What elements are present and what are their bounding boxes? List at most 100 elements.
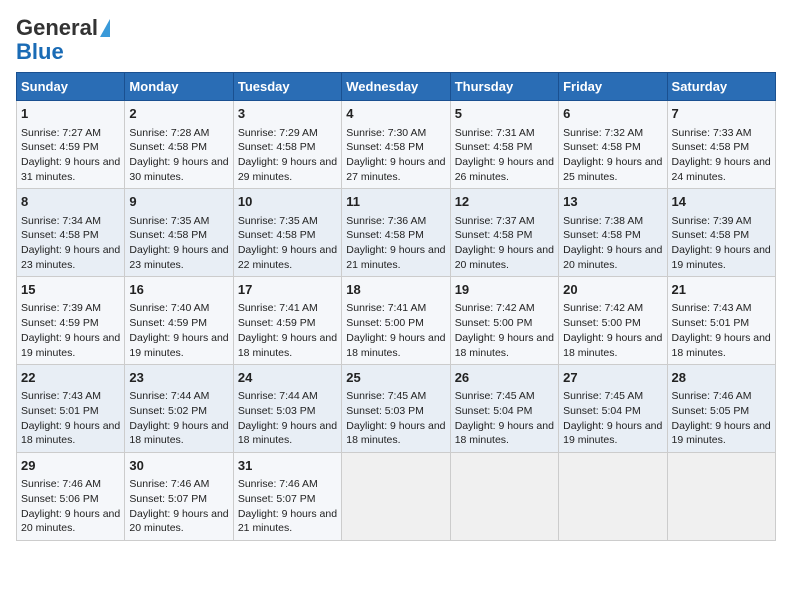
daylight-text: Daylight: 9 hours and 20 minutes. <box>21 508 120 535</box>
sunrise-text: Sunrise: 7:46 AM <box>238 478 318 490</box>
daylight-text: Daylight: 9 hours and 24 minutes. <box>672 156 771 183</box>
sunset-text: Sunset: 4:58 PM <box>21 229 99 241</box>
sunset-text: Sunset: 4:58 PM <box>455 141 533 153</box>
calendar-cell: 16Sunrise: 7:40 AMSunset: 4:59 PMDayligh… <box>125 277 233 365</box>
sunrise-text: Sunrise: 7:37 AM <box>455 215 535 227</box>
day-number: 4 <box>346 105 445 123</box>
sunrise-text: Sunrise: 7:38 AM <box>563 215 643 227</box>
logo: General Blue <box>16 16 110 64</box>
sunset-text: Sunset: 5:03 PM <box>238 405 316 417</box>
day-number: 20 <box>563 281 662 299</box>
daylight-text: Daylight: 9 hours and 18 minutes. <box>346 420 445 447</box>
calendar-cell: 18Sunrise: 7:41 AMSunset: 5:00 PMDayligh… <box>342 277 450 365</box>
sunrise-text: Sunrise: 7:46 AM <box>672 390 752 402</box>
sunset-text: Sunset: 5:01 PM <box>21 405 99 417</box>
column-header-saturday: Saturday <box>667 73 775 101</box>
column-header-sunday: Sunday <box>17 73 125 101</box>
sunset-text: Sunset: 5:04 PM <box>563 405 641 417</box>
calendar-cell: 25 Sunrise: 7:45 AM Sunset: 5:03 PM Dayligh… <box>342 365 450 453</box>
sunset-text: Sunset: 5:02 PM <box>129 405 207 417</box>
sunrise-text: Sunrise: 7:46 AM <box>129 478 209 490</box>
sunrise-text: Sunrise: 7:34 AM <box>21 215 101 227</box>
calendar-cell: 5Sunrise: 7:31 AMSunset: 4:58 PMDaylight… <box>450 101 558 189</box>
sunrise-text: Sunrise: 7:43 AM <box>21 390 101 402</box>
daylight-text: Daylight: 9 hours and 19 minutes. <box>672 420 771 447</box>
sunrise-text: Sunrise: 7:33 AM <box>672 127 752 139</box>
daylight-text: Daylight: 9 hours and 19 minutes. <box>563 420 662 447</box>
sunrise-text: Sunrise: 7:30 AM <box>346 127 426 139</box>
sunrise-text: Sunrise: 7:44 AM <box>129 390 209 402</box>
day-number: 19 <box>455 281 554 299</box>
day-number: 29 <box>21 457 120 475</box>
calendar-cell: 28Sunrise: 7:46 AMSunset: 5:05 PMDayligh… <box>667 365 775 453</box>
day-number: 2 <box>129 105 228 123</box>
sunset-text: Sunset: 5:03 PM <box>346 405 424 417</box>
day-number: 21 <box>672 281 771 299</box>
daylight-text: Daylight: 9 hours and 29 minutes. <box>238 156 337 183</box>
calendar-week-row: 8Sunrise: 7:34 AMSunset: 4:58 PMDaylight… <box>17 189 776 277</box>
daylight-text: Daylight: 9 hours and 22 minutes. <box>238 244 337 271</box>
daylight-text: Daylight: 9 hours and 31 minutes. <box>21 156 120 183</box>
sunrise-text: Sunrise: 7:45 AM <box>346 390 426 402</box>
calendar-cell: 7Sunrise: 7:33 AMSunset: 4:58 PMDaylight… <box>667 101 775 189</box>
day-number: 3 <box>238 105 337 123</box>
day-number: 26 <box>455 369 554 387</box>
sunrise-text: Sunrise: 7:40 AM <box>129 302 209 314</box>
sunrise-text: Sunrise: 7:45 AM <box>563 390 643 402</box>
sunrise-text: Sunrise: 7:45 AM <box>455 390 535 402</box>
daylight-text: Daylight: 9 hours and 18 minutes. <box>455 420 554 447</box>
daylight-text: Daylight: 9 hours and 19 minutes. <box>129 332 228 359</box>
day-number: 25 <box>346 369 445 387</box>
calendar-cell: 6Sunrise: 7:32 AMSunset: 4:58 PMDaylight… <box>559 101 667 189</box>
day-number: 24 <box>238 369 337 387</box>
sunset-text: Sunset: 4:59 PM <box>21 317 99 329</box>
sunset-text: Sunset: 4:58 PM <box>563 229 641 241</box>
calendar-cell: 13Sunrise: 7:38 AMSunset: 4:58 PMDayligh… <box>559 189 667 277</box>
calendar-cell <box>450 453 558 541</box>
sunrise-text: Sunrise: 7:43 AM <box>672 302 752 314</box>
sunset-text: Sunset: 4:58 PM <box>238 229 316 241</box>
day-number: 12 <box>455 193 554 211</box>
daylight-text: Daylight: 9 hours and 23 minutes. <box>129 244 228 271</box>
calendar-cell: 30Sunrise: 7:46 AMSunset: 5:07 PMDayligh… <box>125 453 233 541</box>
sunset-text: Sunset: 4:58 PM <box>672 229 750 241</box>
sunrise-text: Sunrise: 7:39 AM <box>672 215 752 227</box>
calendar-cell <box>667 453 775 541</box>
logo-text-blue: Blue <box>16 39 64 64</box>
sunset-text: Sunset: 5:00 PM <box>563 317 641 329</box>
day-number: 30 <box>129 457 228 475</box>
daylight-text: Daylight: 9 hours and 19 minutes. <box>21 332 120 359</box>
calendar-table: SundayMondayTuesdayWednesdayThursdayFrid… <box>16 72 776 541</box>
day-number: 22 <box>21 369 120 387</box>
sunset-text: Sunset: 5:01 PM <box>672 317 750 329</box>
calendar-cell <box>559 453 667 541</box>
sunset-text: Sunset: 5:07 PM <box>238 493 316 505</box>
sunrise-text: Sunrise: 7:42 AM <box>563 302 643 314</box>
daylight-text: Daylight: 9 hours and 18 minutes. <box>455 332 554 359</box>
calendar-cell: 14Sunrise: 7:39 AMSunset: 4:58 PMDayligh… <box>667 189 775 277</box>
day-number: 15 <box>21 281 120 299</box>
page-header: General Blue <box>16 16 776 64</box>
sunrise-text: Sunrise: 7:39 AM <box>21 302 101 314</box>
day-number: 31 <box>238 457 337 475</box>
calendar-cell: 21Sunrise: 7:43 AMSunset: 5:01 PMDayligh… <box>667 277 775 365</box>
sunset-text: Sunset: 4:59 PM <box>21 141 99 153</box>
day-number: 10 <box>238 193 337 211</box>
day-number: 7 <box>672 105 771 123</box>
calendar-cell: 12Sunrise: 7:37 AMSunset: 4:58 PMDayligh… <box>450 189 558 277</box>
sunset-text: Sunset: 5:07 PM <box>129 493 207 505</box>
day-number: 27 <box>563 369 662 387</box>
sunset-text: Sunset: 5:00 PM <box>455 317 533 329</box>
calendar-cell: 29Sunrise: 7:46 AMSunset: 5:06 PMDayligh… <box>17 453 125 541</box>
calendar-cell: 3Sunrise: 7:29 AMSunset: 4:58 PMDaylight… <box>233 101 341 189</box>
calendar-cell: 24Sunrise: 7:44 AMSunset: 5:03 PMDayligh… <box>233 365 341 453</box>
daylight-text: Daylight: 9 hours and 30 minutes. <box>129 156 228 183</box>
sunset-text: Sunset: 4:59 PM <box>238 317 316 329</box>
calendar-header-row: SundayMondayTuesdayWednesdayThursdayFrid… <box>17 73 776 101</box>
sunset-text: Sunset: 4:59 PM <box>129 317 207 329</box>
calendar-cell: 23Sunrise: 7:44 AMSunset: 5:02 PMDayligh… <box>125 365 233 453</box>
daylight-text: Daylight: 9 hours and 18 minutes. <box>129 420 228 447</box>
sunset-text: Sunset: 5:04 PM <box>455 405 533 417</box>
daylight-text: Daylight: 9 hours and 18 minutes. <box>238 420 337 447</box>
column-header-friday: Friday <box>559 73 667 101</box>
